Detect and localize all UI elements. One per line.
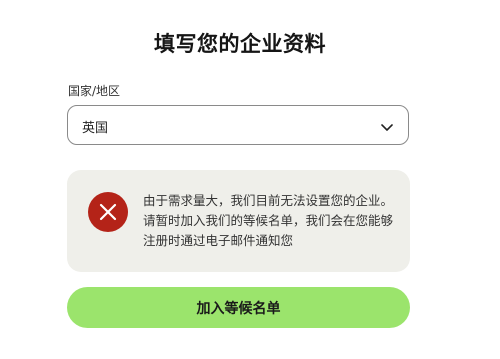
page-title: 填写您的企业资料 [154,32,326,56]
country-select-value: 英国 [82,121,109,136]
alert-message: 由于需求量大，我们目前无法设置您的企业。请暂时加入我们的等候名单，我们会在您能够… [143,193,394,248]
join-waitlist-button[interactable]: 加入等候名单 [67,287,410,328]
country-select[interactable]: 英国 [67,105,409,145]
error-alert: 由于需求量大，我们目前无法设置您的企业。请暂时加入我们的等候名单，我们会在您能够… [67,170,410,272]
country-field-label: 国家/地区 [68,84,121,98]
close-icon [88,192,128,232]
chevron-down-icon [380,119,394,133]
